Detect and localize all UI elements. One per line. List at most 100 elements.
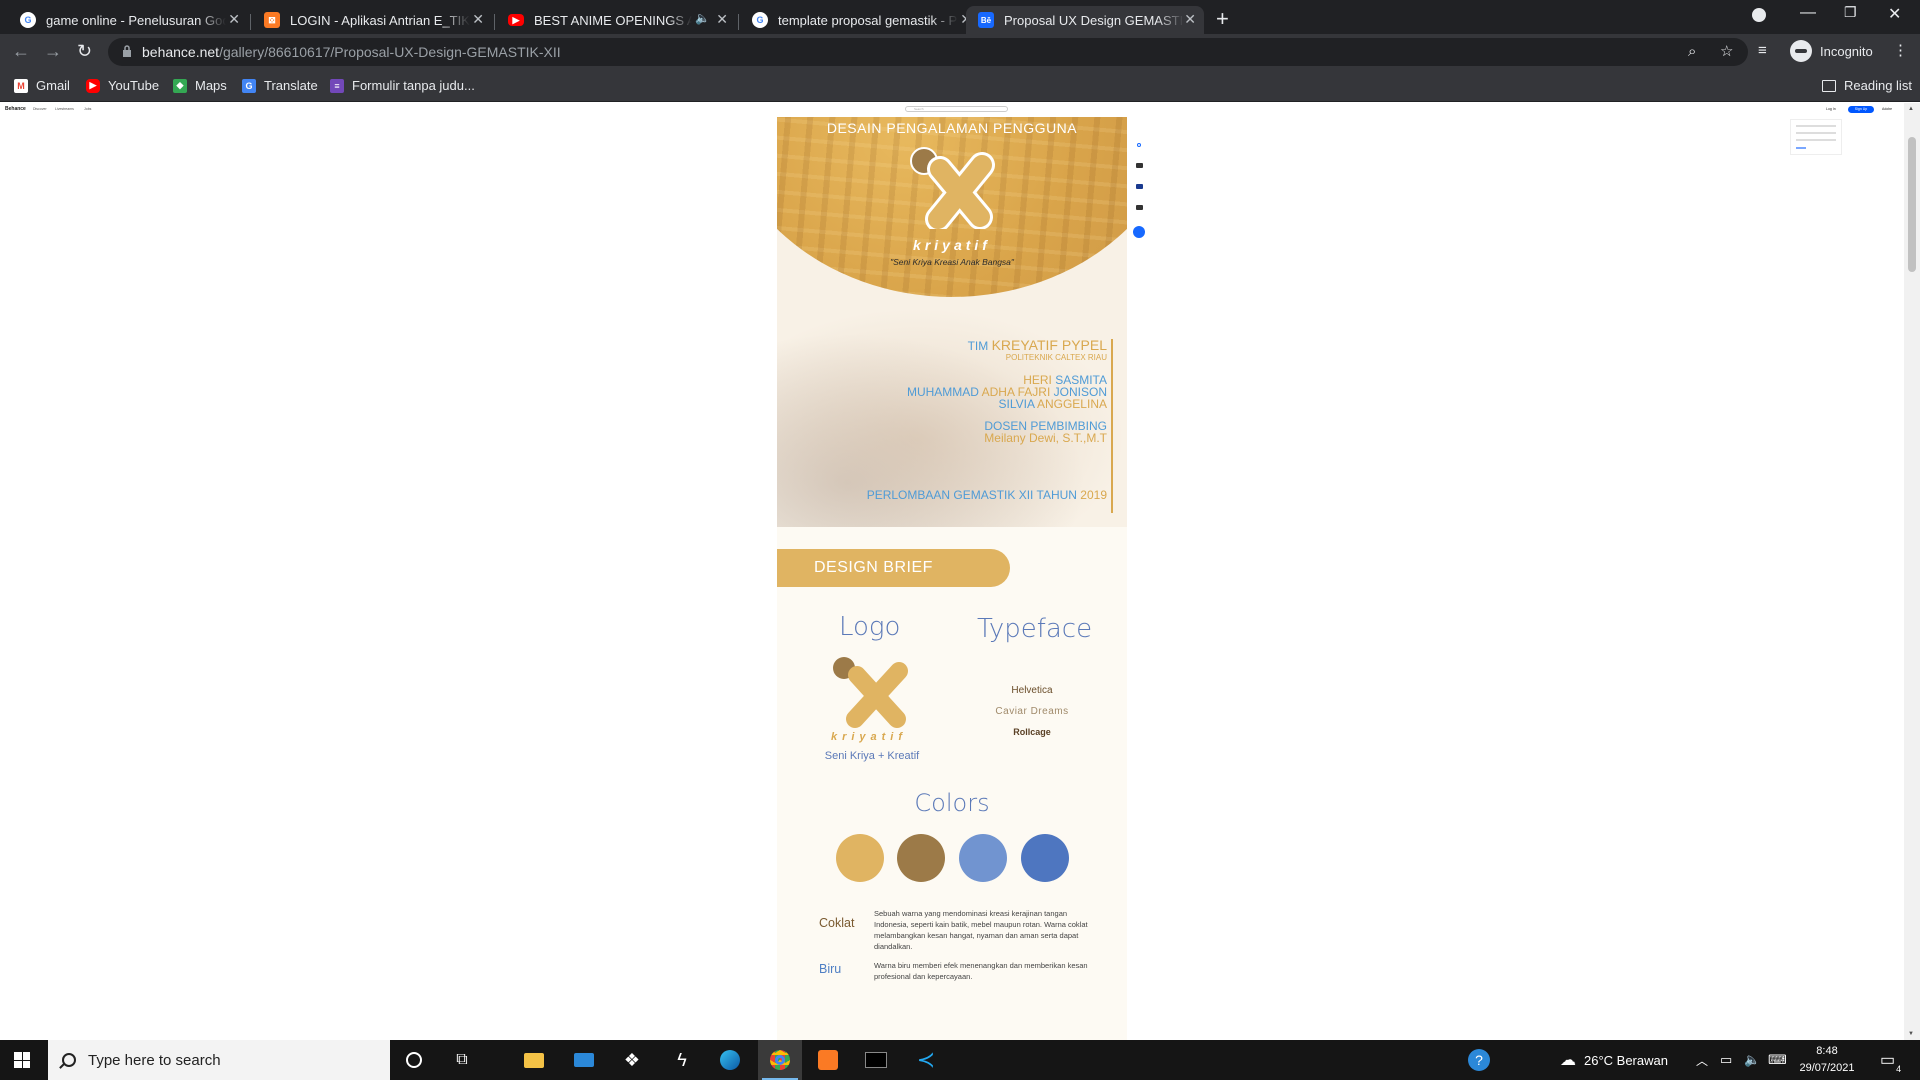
- bookmark-star-icon[interactable]: ☆: [1720, 42, 1733, 60]
- reading-list-button[interactable]: Reading list: [1822, 78, 1912, 93]
- design-brief-banner: DESIGN BRIEF: [777, 549, 1010, 587]
- search-icon: [62, 1053, 76, 1067]
- close-icon[interactable]: ✕: [472, 11, 484, 28]
- behance-search-input[interactable]: Search: [905, 106, 1008, 112]
- profile-button[interactable]: Incognito: [1790, 40, 1873, 62]
- close-icon[interactable]: ✕: [1184, 11, 1196, 28]
- reload-button[interactable]: ↻: [77, 41, 92, 62]
- cloud-icon: ☁: [1560, 1052, 1576, 1069]
- tab-title: Proposal UX Design GEMASTIK X: [1004, 12, 1184, 28]
- nav-discover[interactable]: Discover: [33, 107, 47, 111]
- incognito-icon: [1790, 40, 1812, 62]
- windows-start-icon[interactable]: [14, 1052, 30, 1068]
- url-text: behance.net/gallery/86610617/Proposal-UX…: [142, 44, 561, 60]
- adobe-link[interactable]: Adobe: [1882, 107, 1892, 111]
- media-control-icon[interactable]: ≡: [1758, 42, 1767, 59]
- google-icon: G: [752, 12, 768, 28]
- colors-title: Colors: [914, 789, 990, 817]
- tab-5-active[interactable]: Bē Proposal UX Design GEMASTIK X ✕: [966, 6, 1204, 34]
- new-tab-button[interactable]: +: [1216, 6, 1229, 32]
- color-desc-coklat: Sebuah warna yang mendominasi kreasi ker…: [874, 909, 1088, 951]
- terminal-icon[interactable]: [854, 1040, 898, 1080]
- close-icon[interactable]: ✕: [716, 11, 728, 28]
- taskbar-search-input[interactable]: Type here to search: [48, 1040, 390, 1080]
- network-icon[interactable]: ▭: [1720, 1040, 1732, 1080]
- team-block: TIM KREYATIF PYPEL POLITEKNIK CALTEX RIA…: [867, 338, 1113, 513]
- windows-taskbar: Type here to search ⧉ ❖ ϟ ≺ ? ☁ 26°C Ber…: [0, 1040, 1920, 1080]
- bookmark-translate[interactable]: G Translate: [242, 78, 318, 93]
- restore-button[interactable]: ❐: [1844, 4, 1857, 21]
- nav-livestreams[interactable]: Livestreams: [55, 107, 74, 111]
- tab-3[interactable]: ▶ BEST ANIME OPENINGS AND 🔈 ✕: [496, 6, 736, 34]
- close-icon[interactable]: ✕: [228, 11, 240, 28]
- tab-search-icon[interactable]: [1752, 8, 1766, 22]
- xampp-icon[interactable]: [806, 1040, 850, 1080]
- bookmark-youtube[interactable]: ▶ YouTube: [86, 78, 159, 93]
- edge-icon[interactable]: [708, 1040, 752, 1080]
- bookmark-forms[interactable]: ≡ Formulir tanpa judu...: [330, 78, 475, 93]
- maps-icon: ◆: [173, 78, 187, 93]
- google-icon: G: [20, 12, 36, 28]
- app-icon[interactable]: ϟ: [660, 1040, 704, 1080]
- project-artwork: DESAIN PENGALAMAN PENGGUNA kriyatif "Sen…: [777, 117, 1127, 1040]
- login-link[interactable]: Log In: [1826, 107, 1836, 111]
- keyboard-icon[interactable]: ⌨: [1768, 1040, 1787, 1080]
- web-page: Behance Discover Livestreams Jobs Search…: [0, 103, 1920, 1040]
- bookmark-maps[interactable]: ◆ Maps: [173, 78, 227, 93]
- task-view-icon[interactable]: ⧉: [440, 1040, 484, 1080]
- gmail-icon: M: [14, 78, 28, 93]
- tab-1[interactable]: G game online - Penelusuran Goog ✕: [8, 6, 248, 34]
- close-window-button[interactable]: ✕: [1888, 4, 1901, 24]
- chrome-icon[interactable]: [758, 1040, 802, 1080]
- save-icon[interactable]: [1135, 163, 1143, 168]
- bookmarks-bar: M Gmail ▶ YouTube ◆ Maps G Translate ≡ F…: [0, 70, 1920, 102]
- typeface-title: Typeface: [977, 614, 1093, 644]
- back-button[interactable]: ←: [12, 41, 30, 62]
- cover-tagline: "Seni Kriya Kreasi Anak Bangsa": [890, 257, 1014, 267]
- address-bar[interactable]: behance.net/gallery/86610617/Proposal-UX…: [108, 38, 1748, 66]
- minimize-button[interactable]: —: [1800, 4, 1816, 22]
- cover-brand: kriyatif: [913, 237, 991, 253]
- volume-icon[interactable]: 🔈: [1744, 1040, 1760, 1080]
- zoom-icon[interactable]: ⌕: [1688, 43, 1696, 60]
- vscode-icon[interactable]: ≺: [904, 1040, 948, 1080]
- color-label-biru: Biru: [819, 962, 842, 976]
- tab-title: game online - Penelusuran Goog: [46, 12, 226, 28]
- tab-2[interactable]: ⊠ LOGIN - Aplikasi Antrian E_TIKET ✕: [252, 6, 492, 34]
- side-info-panel: [1790, 119, 1842, 155]
- cortana-icon[interactable]: [392, 1040, 436, 1080]
- help-icon[interactable]: ?: [1468, 1040, 1490, 1080]
- page-scrollbar[interactable]: ▲ ▼: [1904, 103, 1920, 1040]
- info-icon[interactable]: [1135, 205, 1143, 210]
- lock-icon: [123, 45, 131, 57]
- dropbox-icon[interactable]: ❖: [610, 1040, 654, 1080]
- system-clock[interactable]: 8:48 29/07/2021: [1796, 1043, 1858, 1077]
- share-icon[interactable]: [1135, 184, 1143, 189]
- follow-icon[interactable]: [1137, 143, 1141, 147]
- font-rollcage: Rollcage: [1013, 727, 1051, 737]
- logo-title: Logo: [839, 612, 901, 642]
- color-swatch-light-blue: [959, 834, 1007, 882]
- signup-button[interactable]: Sign Up: [1848, 106, 1874, 113]
- weather-widget[interactable]: ☁ 26°C Berawan: [1560, 1040, 1668, 1080]
- font-caviar-dreams: Caviar Dreams: [995, 706, 1069, 717]
- mail-icon[interactable]: [562, 1040, 606, 1080]
- appreciate-icon[interactable]: [1133, 226, 1145, 238]
- menu-icon[interactable]: ⋮: [1893, 41, 1908, 59]
- scrollbar-thumb[interactable]: [1908, 137, 1916, 272]
- speaker-icon[interactable]: 🔈: [695, 11, 710, 25]
- file-explorer-icon[interactable]: [512, 1040, 556, 1080]
- font-list: Helvetica Caviar Dreams Rollcage: [967, 685, 1097, 747]
- tab-4[interactable]: G template proposal gemastik - Pe ✕: [740, 6, 980, 34]
- forward-button[interactable]: →: [44, 41, 62, 62]
- behance-logo[interactable]: Behance: [5, 106, 26, 112]
- notification-icon[interactable]: ▭ 4: [1880, 1040, 1902, 1080]
- nav-jobs[interactable]: Jobs: [84, 107, 91, 111]
- color-label-coklat: Coklat: [819, 916, 855, 930]
- cover-slide: DESAIN PENGALAMAN PENGGUNA kriyatif "Sen…: [777, 117, 1127, 527]
- behance-icon: Bē: [978, 12, 994, 28]
- show-hidden-icons[interactable]: ︿: [1696, 1040, 1708, 1080]
- color-swatch-blue: [1021, 834, 1069, 882]
- behance-header: Behance Discover Livestreams Jobs Search…: [0, 103, 1900, 117]
- bookmark-gmail[interactable]: M Gmail: [14, 78, 70, 93]
